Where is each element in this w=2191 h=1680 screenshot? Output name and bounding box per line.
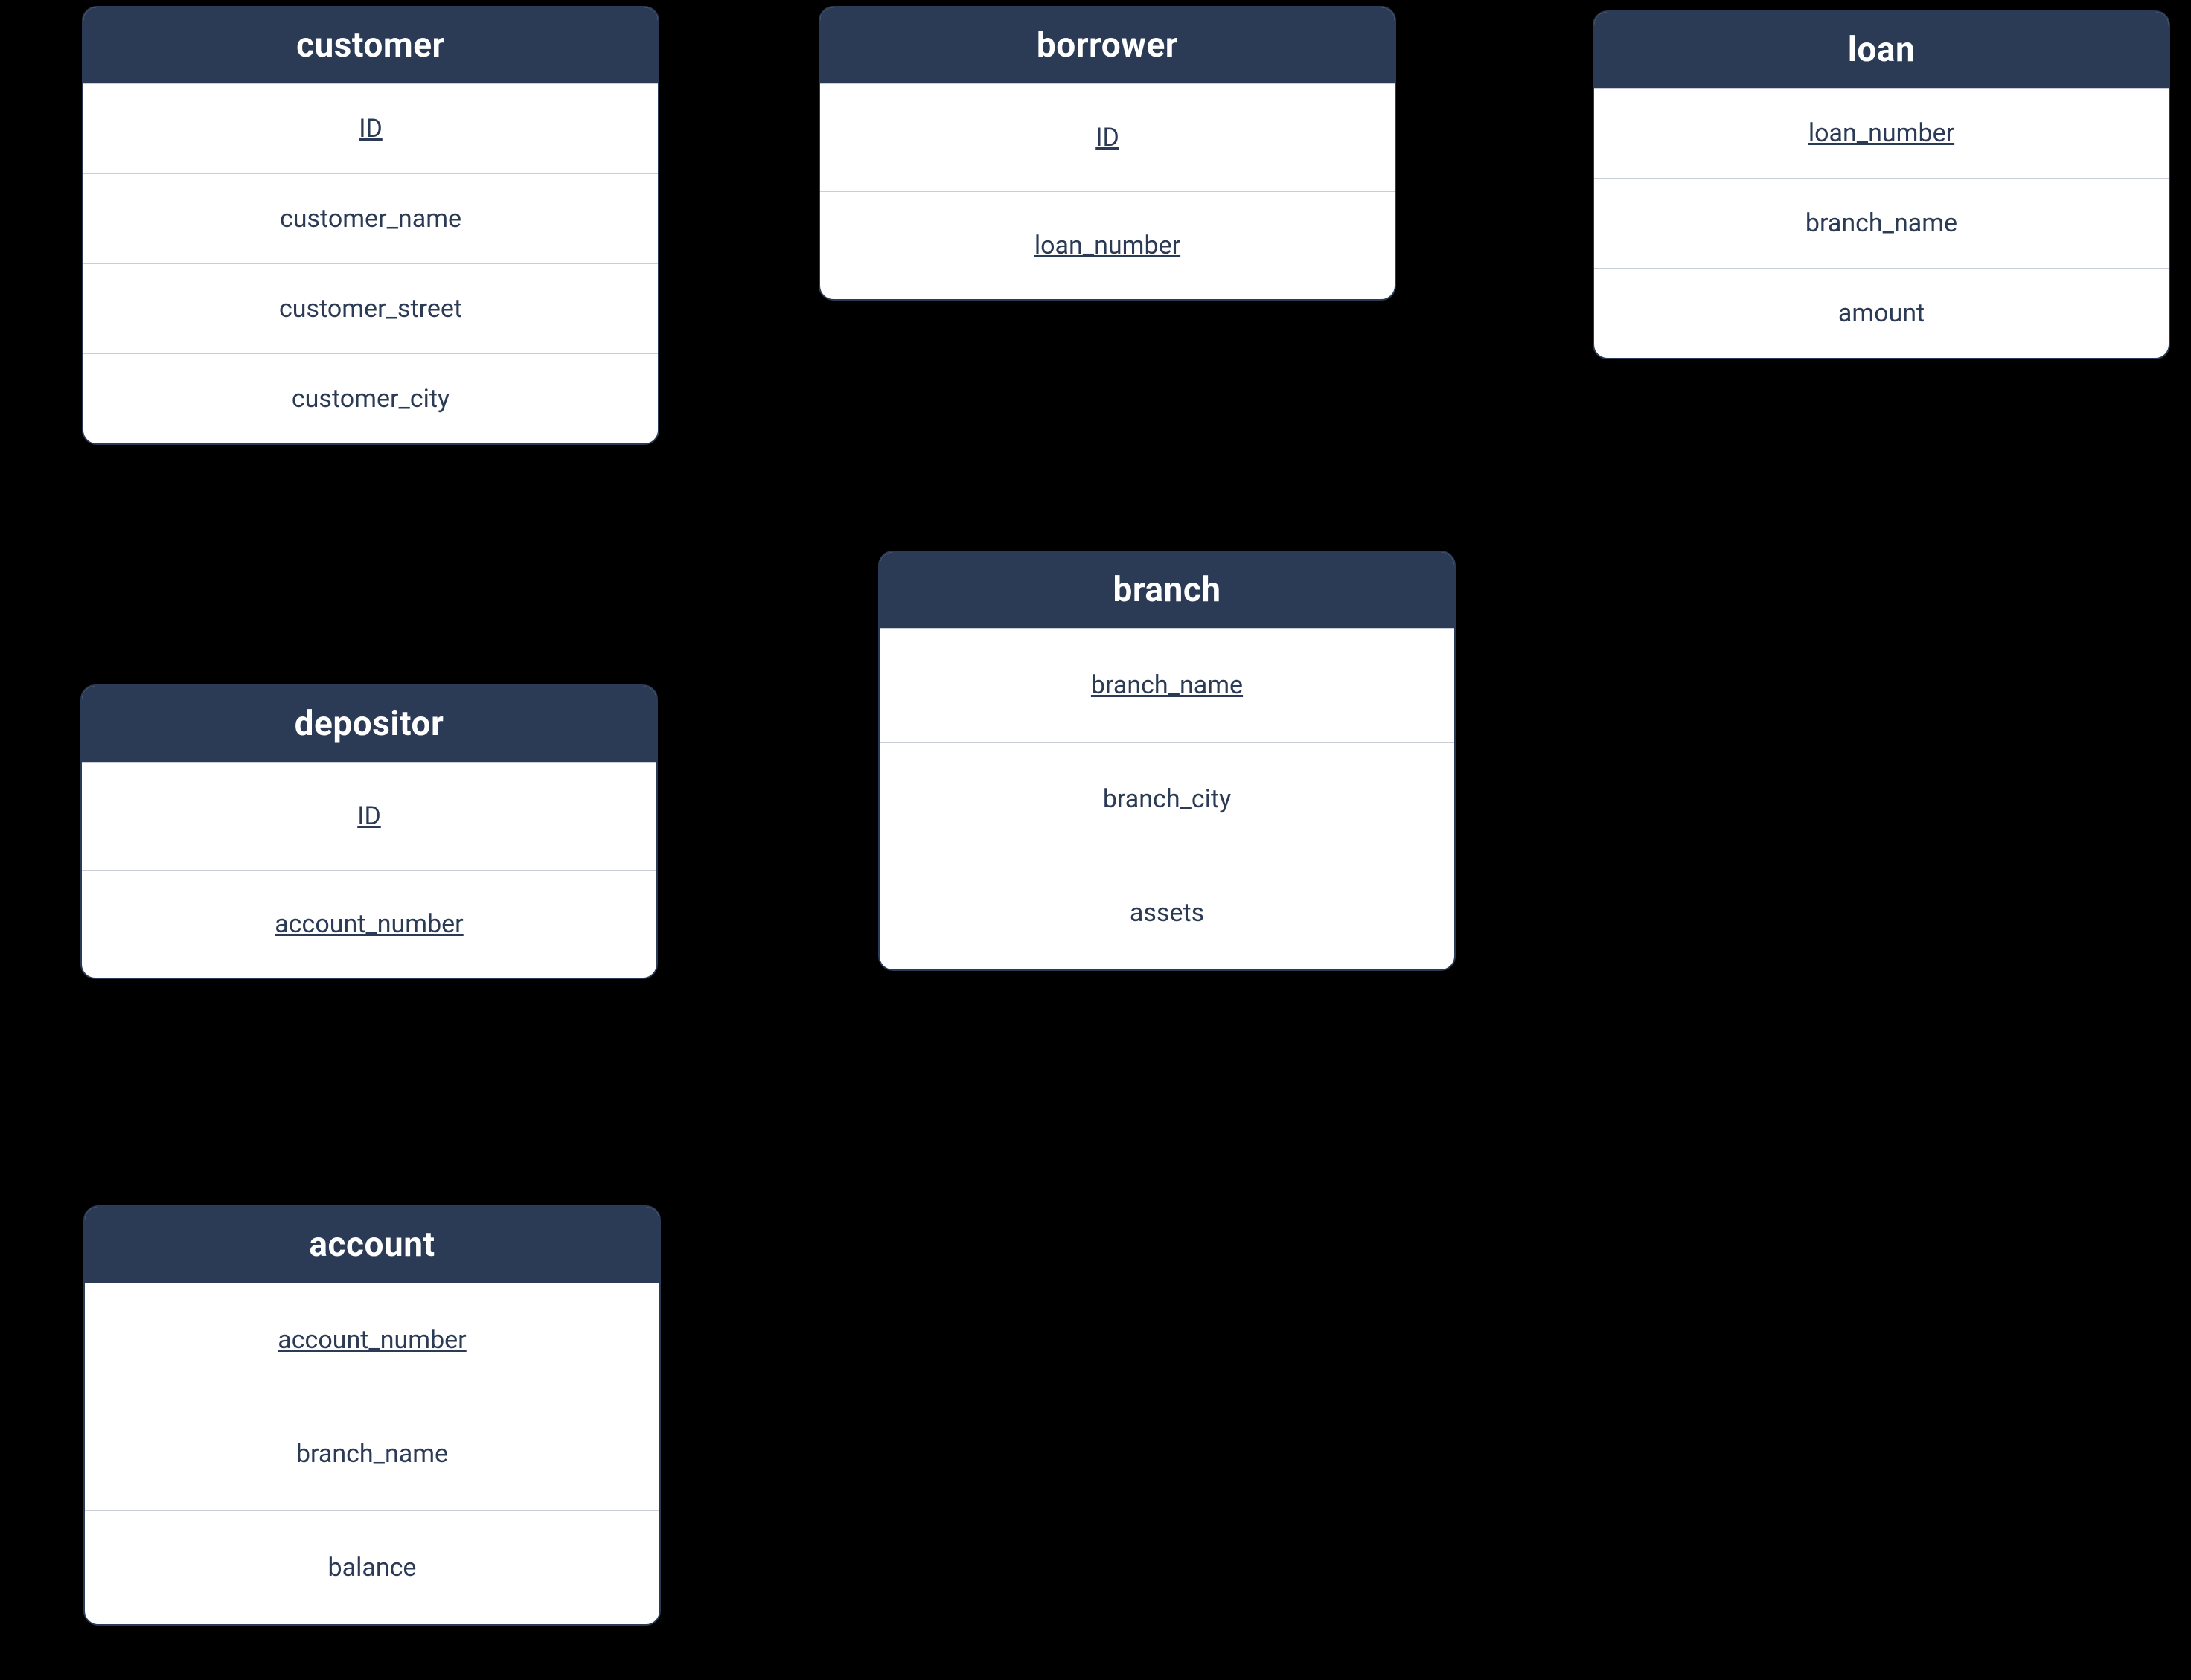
entity-attribute: ID bbox=[820, 83, 1395, 191]
entity-attribute: branch_name bbox=[85, 1397, 659, 1510]
entity-attribute: branch_city bbox=[880, 742, 1454, 856]
entity-attribute: branch_name bbox=[1594, 178, 2169, 268]
entity-title: customer bbox=[83, 7, 658, 83]
entity-title: loan bbox=[1594, 12, 2169, 88]
entity-customer: customer ID customer_name customer_stree… bbox=[82, 6, 659, 445]
entity-attribute: customer_city bbox=[83, 353, 658, 443]
entity-attribute: customer_street bbox=[83, 263, 658, 353]
entity-attribute: ID bbox=[83, 83, 658, 173]
entity-attribute: ID bbox=[82, 762, 656, 870]
entity-attribute: loan_number bbox=[820, 191, 1395, 299]
entity-attribute: customer_name bbox=[83, 173, 658, 263]
entity-attribute: account_number bbox=[85, 1283, 659, 1397]
entity-title: branch bbox=[880, 552, 1454, 628]
entity-title: account bbox=[85, 1207, 659, 1283]
entity-attribute: assets bbox=[880, 856, 1454, 969]
entity-title: borrower bbox=[820, 7, 1395, 83]
entity-attribute: loan_number bbox=[1594, 88, 2169, 178]
entity-attribute: amount bbox=[1594, 268, 2169, 358]
entity-title: depositor bbox=[82, 686, 656, 762]
entity-depositor: depositor ID account_number bbox=[80, 684, 658, 979]
entity-branch: branch branch_name branch_city assets bbox=[878, 551, 1456, 971]
entity-account: account account_number branch_name balan… bbox=[83, 1205, 661, 1626]
entity-loan: loan loan_number branch_name amount bbox=[1593, 10, 2170, 359]
entity-borrower: borrower ID loan_number bbox=[819, 6, 1396, 301]
entity-attribute: account_number bbox=[82, 870, 656, 978]
entity-attribute: balance bbox=[85, 1510, 659, 1624]
entity-attribute: branch_name bbox=[880, 628, 1454, 742]
